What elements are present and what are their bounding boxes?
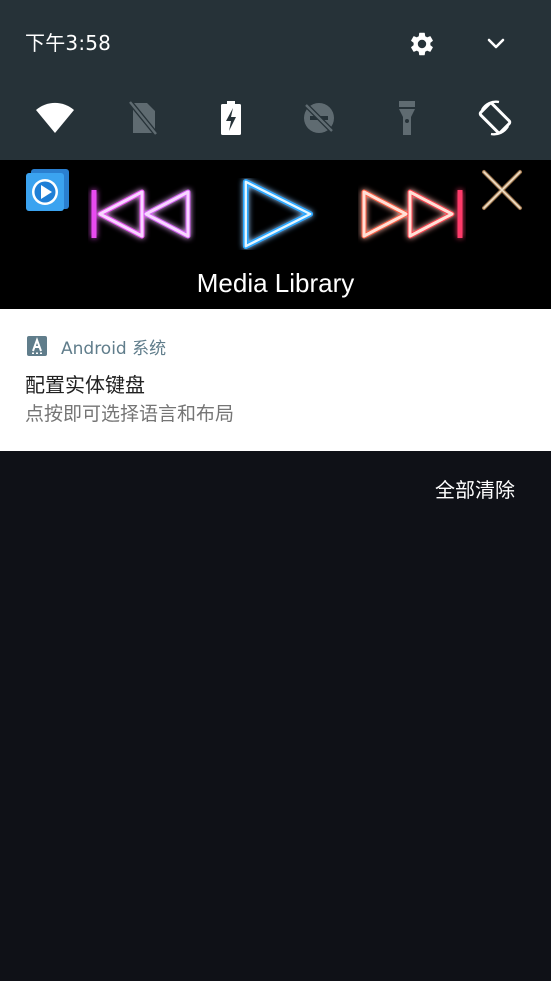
qs-tile-flashlight[interactable] (382, 95, 432, 141)
previous-icon[interactable] (88, 178, 196, 250)
notification-app-name: Android 系统 (61, 338, 167, 359)
auto-rotate-icon (478, 100, 512, 136)
qs-tile-auto-rotate[interactable] (470, 95, 520, 141)
expand-button[interactable] (476, 24, 516, 64)
qs-tile-battery[interactable] (206, 95, 256, 141)
play-icon[interactable] (236, 178, 320, 250)
qs-tile-dnd[interactable] (294, 95, 344, 141)
gear-icon (411, 32, 433, 56)
quick-settings-row (0, 95, 551, 141)
clear-all-button[interactable]: 全部清除 (435, 474, 515, 503)
dnd-off-icon (304, 103, 334, 133)
chevron-down-icon (487, 38, 505, 49)
close-icon[interactable] (478, 166, 526, 214)
android-system-icon (27, 336, 47, 356)
no-sim-icon (128, 100, 158, 136)
settings-button[interactable] (402, 24, 442, 64)
status-time: 下午3:58 (25, 31, 112, 55)
notification-shade-header: 下午3:58 (0, 0, 551, 160)
qs-tile-wifi[interactable] (30, 95, 80, 141)
media-title: Media Library (196, 268, 355, 298)
wifi-icon (36, 102, 74, 133)
notification-header: Android 系统 (27, 335, 167, 359)
media-notification[interactable]: Media Library (0, 160, 551, 309)
flashlight-icon (399, 101, 415, 135)
media-library-app-icon (26, 169, 69, 211)
notification-card[interactable]: Android 系统 配置实体键盘 点按即可选择语言和布局 (0, 309, 551, 451)
next-icon[interactable] (358, 178, 466, 250)
qs-tile-sim[interactable] (118, 95, 168, 141)
battery-charging-icon (221, 101, 241, 135)
notification-title: 配置实体键盘 (25, 373, 145, 397)
notification-text: 点按即可选择语言和布局 (25, 403, 235, 425)
